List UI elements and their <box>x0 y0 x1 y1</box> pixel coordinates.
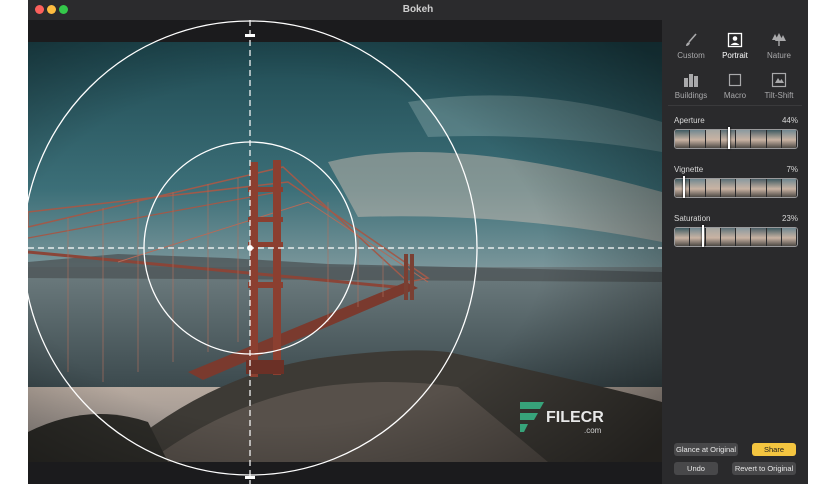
slider-value: 23% <box>781 214 798 223</box>
filecr-logo-icon: FILECR .com <box>520 402 604 435</box>
focus-center-handle <box>247 245 253 251</box>
slider-label: Vignette <box>674 165 704 174</box>
filmstrip-thumbnail <box>675 228 690 246</box>
slider-track[interactable] <box>674 227 798 247</box>
slider-value: 44% <box>781 116 798 125</box>
slider-thumb[interactable] <box>682 176 685 198</box>
glance-at-original-button[interactable]: Glance at Original <box>674 443 738 456</box>
filmstrip-thumbnail <box>751 130 766 148</box>
preset-label: Nature <box>766 51 791 60</box>
filmstrip-thumbnail <box>705 228 720 246</box>
sidebar: Custom Portrait Nature Buildings Macro T… <box>662 20 808 484</box>
brush-icon <box>686 33 697 46</box>
slider-track[interactable] <box>674 129 798 149</box>
filmstrip-thumbnail <box>705 179 720 197</box>
preset-label: Macro <box>723 91 747 100</box>
share-button[interactable]: Share <box>752 443 796 456</box>
bottom-handle <box>245 476 255 479</box>
buildings-icon <box>684 74 698 87</box>
preset-portrait[interactable]: Portrait <box>711 26 759 66</box>
preset-nature[interactable]: Nature <box>755 26 803 66</box>
filmstrip-thumbnail <box>736 179 751 197</box>
slider-track[interactable] <box>674 178 798 198</box>
preset-grid: Custom Portrait Nature Buildings Macro T… <box>662 20 808 104</box>
filmstrip-thumbnail <box>690 130 705 148</box>
preset-label: Portrait <box>722 51 748 60</box>
slider-label: Aperture <box>674 116 705 125</box>
filmstrip-thumbnail <box>705 130 720 148</box>
filmstrip-thumbnail <box>736 130 751 148</box>
watermark-suffix: .com <box>584 426 602 435</box>
slider-thumb[interactable] <box>702 225 705 247</box>
filmstrip-thumbnail <box>766 130 781 148</box>
preset-buildings[interactable]: Buildings <box>667 66 715 106</box>
filmstrip-thumbnail <box>690 179 705 197</box>
preset-label: Tilt-Shift <box>764 91 794 100</box>
filmstrip-thumbnail <box>766 228 781 246</box>
revert-to-original-button[interactable]: Revert to Original <box>732 462 796 475</box>
filmstrip-thumbnail <box>736 228 751 246</box>
preset-custom[interactable]: Custom <box>667 26 715 66</box>
window-title: Bokeh <box>402 4 434 15</box>
watermark: FILECR .com <box>518 398 628 443</box>
top-handle <box>245 34 255 37</box>
filmstrip-thumbnail <box>675 130 690 148</box>
filmstrip-thumbnail <box>751 179 766 197</box>
filmstrip-thumbnail <box>766 179 781 197</box>
filmstrip-thumbnail <box>720 228 735 246</box>
undo-button[interactable]: Undo <box>674 462 718 475</box>
square-icon <box>728 73 742 87</box>
title-bar: Bokeh <box>28 0 808 20</box>
preset-tilt-shift[interactable]: Tilt-Shift <box>755 66 803 106</box>
portrait-icon <box>727 32 743 48</box>
filmstrip-thumbnail <box>751 228 766 246</box>
slider-value: 7% <box>786 165 798 174</box>
preset-macro[interactable]: Macro <box>711 66 759 106</box>
filmstrip-thumbnail <box>781 130 796 148</box>
trees-icon <box>772 33 786 46</box>
slider-label: Saturation <box>674 214 711 223</box>
filmstrip-thumbnail <box>781 179 796 197</box>
preset-label: Buildings <box>674 91 708 100</box>
watermark-brand: FILECR <box>546 409 604 426</box>
preset-label: Custom <box>677 51 705 60</box>
filmstrip-thumbnail <box>720 179 735 197</box>
sidebar-divider <box>668 105 802 106</box>
tilt-shift-icon <box>771 72 787 88</box>
app-window: Bokeh Custom Portrait Nature Buildings M… <box>28 0 808 484</box>
slider-thumb[interactable] <box>727 127 730 149</box>
filmstrip-thumbnail <box>781 228 796 246</box>
